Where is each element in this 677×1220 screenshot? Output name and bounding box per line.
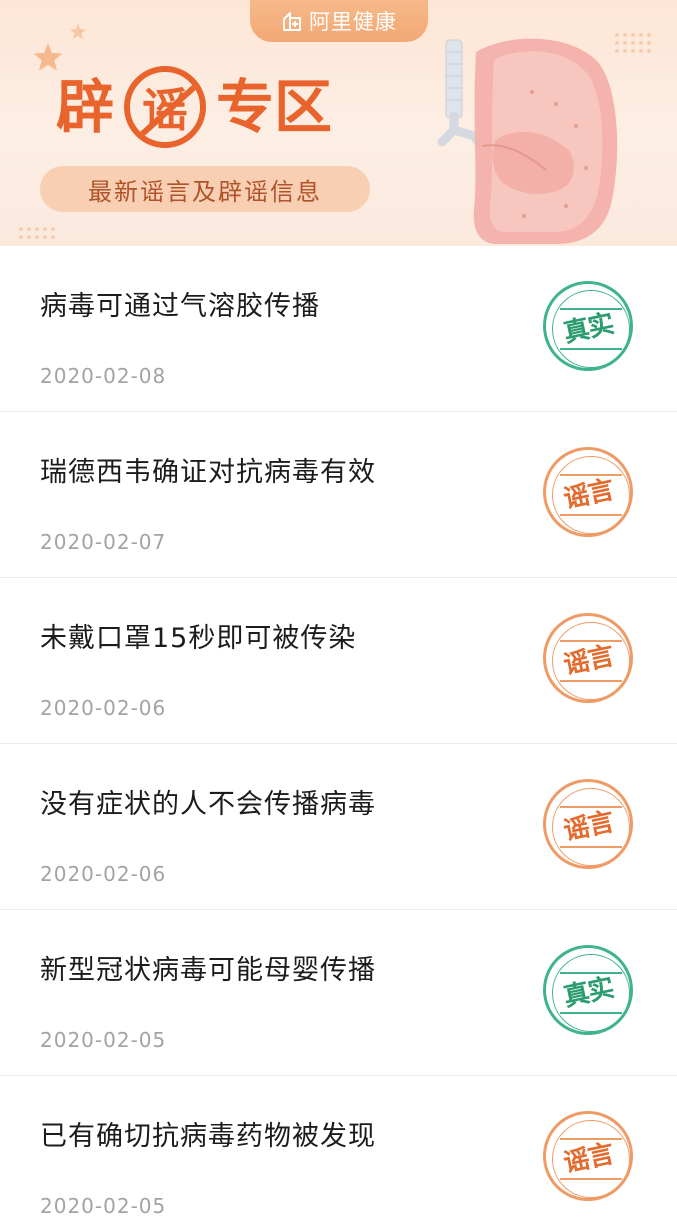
dot-grid-decoration [18, 226, 62, 246]
list-item[interactable]: 已有确切抗病毒药物被发现 2020-02-05 谣言 [0, 1076, 677, 1220]
star-small-icon [68, 22, 88, 46]
item-date: 2020-02-05 [40, 1028, 167, 1052]
item-title: 新型冠状病毒可能母婴传播 [40, 955, 376, 986]
no-rumor-seal: 谣 [124, 66, 207, 148]
lung-illustration [436, 30, 626, 246]
list-item[interactable]: 新型冠状病毒可能母婴传播 2020-02-05 真实 [0, 910, 677, 1076]
verdict-stamp-true: 真实 [543, 281, 633, 371]
verdict-stamp-rumor: 谣言 [543, 613, 633, 703]
item-title: 未戴口罩15秒即可被传染 [40, 623, 357, 654]
item-date: 2020-02-07 [40, 530, 167, 554]
item-date: 2020-02-06 [40, 696, 167, 720]
verdict-stamp-true: 真实 [543, 945, 633, 1035]
rumor-zone-banner: 阿里健康 辟 谣 专区 最新谣言及辟谣信息 [0, 0, 677, 246]
item-date: 2020-02-05 [40, 1194, 167, 1218]
item-title: 病毒可通过气溶胶传播 [40, 291, 320, 322]
list-item[interactable]: 瑞德西韦确证对抗病毒有效 2020-02-07 谣言 [0, 412, 677, 578]
title-left: 辟 [56, 73, 115, 141]
item-date: 2020-02-06 [40, 862, 167, 886]
list-item[interactable]: 病毒可通过气溶胶传播 2020-02-08 真实 [0, 246, 677, 412]
brand-tab[interactable]: 阿里健康 [250, 0, 428, 42]
list-item[interactable]: 没有症状的人不会传播病毒 2020-02-06 谣言 [0, 744, 677, 910]
banner-title: 辟 谣 专区 [56, 66, 332, 148]
item-date: 2020-02-08 [40, 364, 167, 388]
title-right: 专区 [216, 73, 333, 141]
item-title: 没有症状的人不会传播病毒 [40, 789, 376, 820]
fact-check-list: 病毒可通过气溶胶传播 2020-02-08 真实 瑞德西韦确证对抗病毒有效 20… [0, 246, 677, 1220]
item-title: 瑞德西韦确证对抗病毒有效 [40, 457, 376, 488]
banner-subtitle: 最新谣言及辟谣信息 [40, 166, 370, 212]
rumor-zone-page: 阿里健康 辟 谣 专区 最新谣言及辟谣信息 [0, 0, 677, 1220]
verdict-stamp-rumor: 谣言 [543, 1111, 633, 1201]
verdict-stamp-rumor: 谣言 [543, 447, 633, 537]
list-item[interactable]: 未戴口罩15秒即可被传染 2020-02-06 谣言 [0, 578, 677, 744]
item-title: 已有确切抗病毒药物被发现 [40, 1121, 376, 1152]
verdict-stamp-rumor: 谣言 [543, 779, 633, 869]
alihealth-logo-icon [281, 10, 303, 32]
brand-name: 阿里健康 [309, 10, 397, 34]
